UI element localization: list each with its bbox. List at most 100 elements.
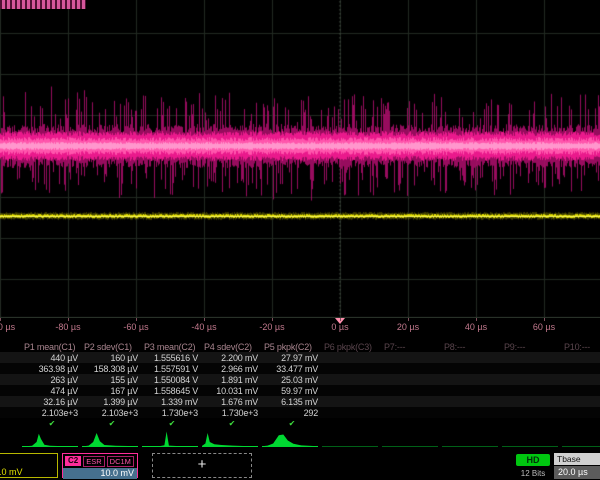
measurement-histicon bbox=[442, 430, 502, 450]
measurement-value: 292 bbox=[262, 408, 322, 418]
measurement-value: 2.966 mV bbox=[202, 364, 262, 374]
measurement-header[interactable]: P10:--- bbox=[562, 342, 600, 352]
measurement-value: 363.98 µV bbox=[22, 364, 82, 374]
measurement-header[interactable]: P8:--- bbox=[442, 342, 502, 352]
timebase-scale: 20.0 µs bbox=[554, 466, 600, 479]
x-axis-tick bbox=[476, 318, 477, 321]
histicon-slot bbox=[82, 430, 142, 450]
table-row: ✔✔✔✔✔ bbox=[0, 418, 600, 429]
status-check-icon: ✔ bbox=[142, 419, 202, 428]
x-axis-label: 20 µs bbox=[397, 322, 419, 332]
measurement-value: 27.97 mV bbox=[262, 353, 322, 363]
measurement-header[interactable]: P9:--- bbox=[502, 342, 562, 352]
measurement-histicon bbox=[322, 430, 382, 450]
measurement-histicon[interactable] bbox=[202, 430, 262, 450]
measurement-value: 1.557591 V bbox=[142, 364, 202, 374]
c2-vertical-scale: 10.0 mV bbox=[63, 468, 137, 479]
measurement-value: 474 µV bbox=[22, 386, 82, 396]
measurement-value: 6.135 mV bbox=[262, 397, 322, 407]
measurement-value: 155 µV bbox=[82, 375, 142, 385]
measurement-value: 32.16 µV bbox=[22, 397, 82, 407]
measurement-value: 1.550084 V bbox=[142, 375, 202, 385]
x-axis-label: 40 µs bbox=[465, 322, 487, 332]
measurement-value: 1.891 mV bbox=[202, 375, 262, 385]
measurement-value: 158.308 µV bbox=[82, 364, 142, 374]
histicon-slot bbox=[262, 430, 322, 450]
measurement-header[interactable]: P6 pkpk(C3) bbox=[322, 342, 382, 352]
measurement-header[interactable]: P1 mean(C1) bbox=[22, 342, 82, 352]
c2-esr-tag: ESR bbox=[83, 456, 104, 467]
histicon-slot bbox=[202, 430, 262, 450]
x-axis-tick bbox=[0, 318, 1, 321]
measurement-histicon[interactable] bbox=[262, 430, 322, 450]
channel-c1-descriptor[interactable]: C1 DC1M 50.0 mV bbox=[0, 453, 58, 478]
add-trace-button[interactable]: + bbox=[152, 453, 252, 478]
measurement-header[interactable]: P2 sdev(C1) bbox=[82, 342, 142, 352]
measurement-histicon bbox=[562, 430, 600, 450]
measurement-value: 1.676 mV bbox=[202, 397, 262, 407]
measurement-value: 2.200 mV bbox=[202, 353, 262, 363]
hd-mode-badge[interactable]: HD bbox=[516, 454, 550, 466]
measurement-header[interactable]: P3 mean(C2) bbox=[142, 342, 202, 352]
x-axis-label: -100 µs bbox=[0, 322, 15, 332]
measurement-value: 160 µV bbox=[82, 353, 142, 363]
x-axis-tick bbox=[408, 318, 409, 321]
measurement-header[interactable]: P5 pkpk(C2) bbox=[262, 342, 322, 352]
measurement-value: 59.97 mV bbox=[262, 386, 322, 396]
channel-c2-descriptor[interactable]: C2 ESR DC1M 10.0 mV bbox=[62, 453, 138, 478]
measurement-value: 167 µV bbox=[82, 386, 142, 396]
measurement-value: 1.558645 V bbox=[142, 386, 202, 396]
measurement-value: 10.031 mV bbox=[202, 386, 262, 396]
measurement-value: 1.399 µV bbox=[82, 397, 142, 407]
measurement-value: 1.730e+3 bbox=[142, 408, 202, 418]
measurement-table: P1 mean(C1)P2 sdev(C1)P3 mean(C2)P4 sdev… bbox=[0, 341, 600, 429]
histicon-slot bbox=[502, 430, 562, 450]
x-axis-label: -80 µs bbox=[55, 322, 80, 332]
x-axis-label: 0 µs bbox=[331, 322, 348, 332]
histicon-row bbox=[22, 430, 600, 450]
plus-icon: + bbox=[198, 456, 207, 473]
x-axis-label: -60 µs bbox=[123, 322, 148, 332]
table-row: 263 µV155 µV1.550084 V1.891 mV25.03 mV bbox=[0, 374, 600, 385]
measurement-histicon bbox=[502, 430, 562, 450]
table-row: 32.16 µV1.399 µV1.339 mV1.676 mV6.135 mV bbox=[0, 396, 600, 407]
x-axis-tick bbox=[136, 318, 137, 321]
time-axis: -100 µs -80 µs -60 µs -40 µs -20 µs 0 µs 20 µs… bbox=[0, 318, 600, 335]
histicon-slot bbox=[142, 430, 202, 450]
table-row: 363.98 µV158.308 µV1.557591 V2.966 mV33.… bbox=[0, 363, 600, 374]
x-axis-tick bbox=[272, 318, 273, 321]
table-row: 474 µV167 µV1.558645 V10.031 mV59.97 mV bbox=[0, 385, 600, 396]
measurement-histicon[interactable] bbox=[142, 430, 202, 450]
timebase-descriptor[interactable]: Tbase 20.0 µs bbox=[554, 453, 600, 479]
x-axis-tick bbox=[204, 318, 205, 321]
table-row: 440 µV160 µV1.555616 V2.200 mV27.97 mV bbox=[0, 352, 600, 363]
x-axis-label: 60 µs bbox=[533, 322, 555, 332]
histicon-slot bbox=[22, 430, 82, 450]
measurement-value: 33.477 mV bbox=[262, 364, 322, 374]
measurement-value: 1.555616 V bbox=[142, 353, 202, 363]
measurement-value: 2.103e+3 bbox=[82, 408, 142, 418]
timebase-title: Tbase bbox=[554, 453, 600, 465]
x-axis-label: -20 µs bbox=[259, 322, 284, 332]
table-row: P1 mean(C1)P2 sdev(C1)P3 mean(C2)P4 sdev… bbox=[0, 341, 600, 352]
status-check-icon: ✔ bbox=[22, 419, 82, 428]
x-axis-tick bbox=[340, 318, 341, 321]
table-row: 2.103e+32.103e+31.730e+31.730e+3292 bbox=[0, 407, 600, 418]
c2-label: C2 bbox=[65, 456, 81, 466]
hd-bits-label: 12 Bits bbox=[510, 469, 556, 478]
histicon-slot bbox=[322, 430, 382, 450]
measurement-histicon[interactable] bbox=[82, 430, 142, 450]
measurement-value: 1.339 mV bbox=[142, 397, 202, 407]
measurement-header[interactable]: P7:--- bbox=[382, 342, 442, 352]
measurement-histicon bbox=[382, 430, 442, 450]
measurement-value: 25.03 mV bbox=[262, 375, 322, 385]
measurement-value: 1.730e+3 bbox=[202, 408, 262, 418]
c1-vertical-scale: 50.0 mV bbox=[0, 467, 57, 478]
x-axis-label: -40 µs bbox=[191, 322, 216, 332]
waveform-display[interactable] bbox=[0, 0, 600, 318]
oscilloscope-screen: -100 µs -80 µs -60 µs -40 µs -20 µs 0 µs 20 µs… bbox=[0, 0, 600, 480]
measurement-histicon[interactable] bbox=[22, 430, 82, 450]
histicon-slot bbox=[562, 430, 600, 450]
histicon-slot bbox=[382, 430, 442, 450]
measurement-header[interactable]: P4 sdev(C2) bbox=[202, 342, 262, 352]
